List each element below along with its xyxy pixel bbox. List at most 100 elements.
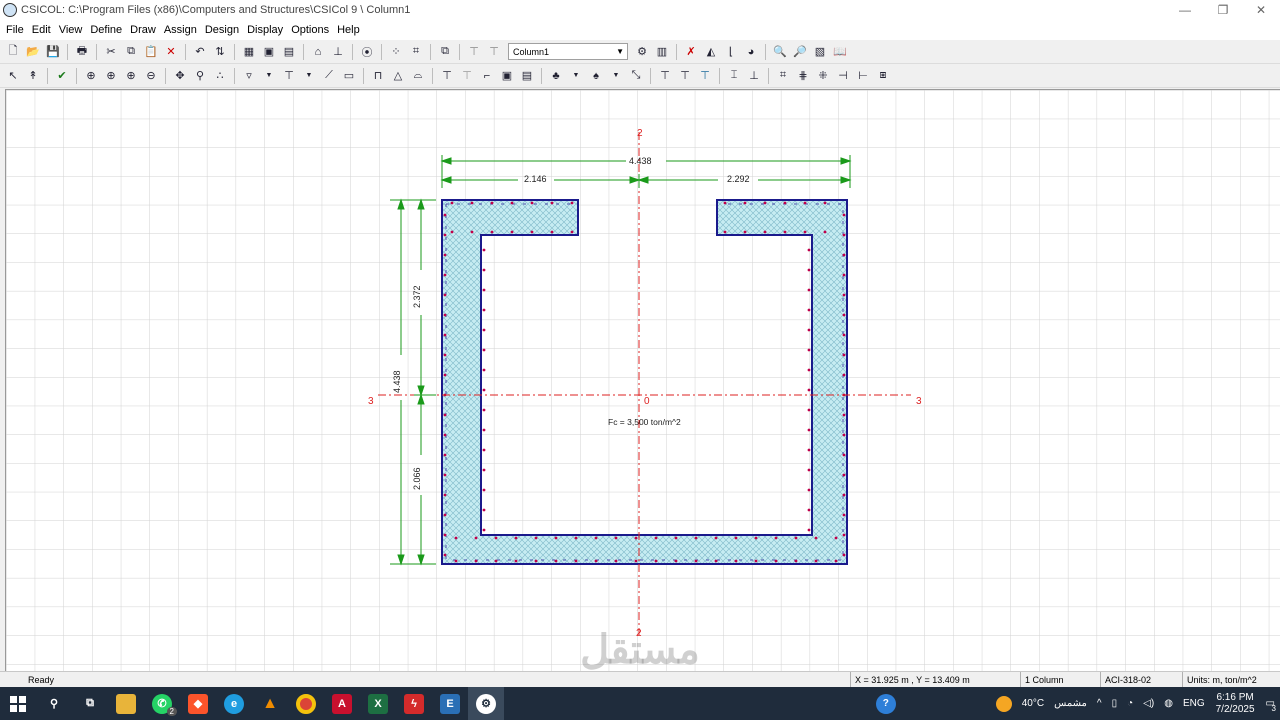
align-bottom-icon[interactable]: ⊤ — [485, 43, 503, 61]
report-icon[interactable]: 🔍 — [771, 43, 789, 61]
help-icon[interactable]: ? — [875, 693, 896, 714]
vlc-button[interactable]: ▲ — [252, 687, 288, 720]
drawing-canvas[interactable]: 2 2 3 3 0 Fc = 3,500 ton/m^2 4.438 2.146… — [5, 89, 1280, 671]
scale-icon[interactable]: ⤡ — [627, 67, 645, 85]
snap-middle-icon[interactable]: ⊢ — [854, 67, 872, 85]
manual-icon[interactable]: 📖 — [831, 43, 849, 61]
csicol-button[interactable]: ⚙ — [468, 687, 504, 720]
check-icon[interactable]: ✔ — [53, 67, 71, 85]
section-properties-icon[interactable]: ▦ — [240, 43, 258, 61]
menu-draw[interactable]: Draw — [126, 24, 160, 36]
file-explorer-button[interactable] — [108, 687, 144, 720]
reinforcement-icon[interactable]: ▤ — [280, 43, 298, 61]
clock[interactable]: 6:16 PM 7/2/2025 — [1216, 692, 1255, 716]
copy-icon[interactable]: ⧉ — [122, 43, 140, 61]
draw-channel-icon[interactable]: ⊤ — [438, 67, 456, 85]
save-icon[interactable]: 💾 — [44, 43, 62, 61]
set-elements-icon[interactable]: ⚲ — [191, 67, 209, 85]
tshape-section-b-icon[interactable]: ⊤ — [676, 67, 694, 85]
rebar-layout-dropdown-icon[interactable]: ▼ — [607, 67, 625, 85]
paste-icon[interactable]: 📋 — [142, 43, 160, 61]
draw-pipe-icon[interactable]: ▤ — [518, 67, 536, 85]
results-icon[interactable]: ▥ — [653, 43, 671, 61]
menu-define[interactable]: Define — [86, 24, 126, 36]
rebar-pattern-dropdown-icon[interactable]: ▼ — [567, 67, 585, 85]
minimize-button[interactable]: — — [1166, 0, 1204, 20]
undo-icon[interactable]: ↶ — [191, 43, 209, 61]
section-combo[interactable]: Column1 ▼ — [508, 43, 628, 60]
interaction-surface-icon[interactable]: ◭ — [702, 43, 720, 61]
windows-start-button[interactable] — [0, 687, 36, 720]
menu-options[interactable]: Options — [287, 24, 333, 36]
battery-icon[interactable]: ▯ — [1112, 698, 1118, 709]
whatsapp-button[interactable]: ✆ 2 — [144, 687, 180, 720]
draw-line-icon[interactable]: ⟋ — [320, 67, 338, 85]
reshape-icon[interactable]: ↟ — [24, 67, 42, 85]
menu-view[interactable]: View — [55, 24, 87, 36]
grid-icon[interactable]: ⌗ — [774, 67, 792, 85]
draw-dimension-dropdown-icon[interactable]: ▼ — [300, 67, 318, 85]
language-indicator[interactable]: ENG — [1183, 698, 1205, 709]
snap-points-icon[interactable]: ⁜ — [814, 67, 832, 85]
zoom-in-icon[interactable]: ⊕ — [122, 67, 140, 85]
zoom-out-icon[interactable]: ⊖ — [142, 67, 160, 85]
menu-help[interactable]: Help — [333, 24, 364, 36]
report-preview-icon[interactable]: 🔎 — [791, 43, 809, 61]
draw-rect-icon[interactable]: ▭ — [340, 67, 358, 85]
draw-tshape-icon[interactable]: ⊓ — [369, 67, 387, 85]
material-properties-icon[interactable]: ▣ — [260, 43, 278, 61]
point-icon[interactable]: ∴ — [211, 67, 229, 85]
print-icon[interactable]: 🖶 — [73, 43, 91, 61]
align-icon[interactable]: ⊤ — [465, 43, 483, 61]
run-icon[interactable]: ⚙ — [633, 43, 651, 61]
mirror-icon[interactable]: ⇅ — [211, 43, 229, 61]
flash-app-button[interactable]: ϟ — [396, 687, 432, 720]
draw-shape-dropdown-icon[interactable]: ▼ — [260, 67, 278, 85]
menu-display[interactable]: Display — [243, 24, 287, 36]
weather-temp[interactable]: 40°C — [1022, 698, 1044, 709]
rebar-icon[interactable]: ⦿ — [358, 43, 376, 61]
ibeam-icon[interactable]: ⌶ — [725, 67, 743, 85]
brave-button[interactable]: ◆ — [180, 687, 216, 720]
pointer-icon[interactable]: ↖ — [4, 67, 22, 85]
excel-button[interactable]: X — [360, 687, 396, 720]
database-icon[interactable]: ▧ — [811, 43, 829, 61]
draw-triangle-icon[interactable]: △ — [389, 67, 407, 85]
draw-tee-icon[interactable]: ⊤ — [458, 67, 476, 85]
tshape-section-icon[interactable]: ⊤ — [656, 67, 674, 85]
open-folder-icon[interactable]: 📂 — [24, 43, 42, 61]
volume-icon[interactable]: ◁) — [1143, 698, 1154, 709]
chevron-up-icon[interactable]: ^ — [1097, 698, 1102, 709]
etabs-button[interactable]: E — [432, 687, 468, 720]
menu-file[interactable]: File — [2, 24, 28, 36]
wifi-icon[interactable]: ◔ — [1127, 698, 1133, 709]
draw-arch-icon[interactable]: ⌓ — [409, 67, 427, 85]
interaction-curve-icon[interactable]: ⌊ — [722, 43, 740, 61]
draw-angle-icon[interactable]: ⌐ — [478, 67, 496, 85]
shape-icon[interactable]: ⌂ — [309, 43, 327, 61]
axis-icon[interactable]: ⊥ — [329, 43, 347, 61]
tshape-section-c-icon[interactable]: ⊤ — [696, 67, 714, 85]
autocad-button[interactable]: A — [324, 687, 360, 720]
moment-curvature-icon[interactable]: ◕ — [742, 43, 760, 61]
snap-intersection-icon[interactable]: ⧆ — [874, 67, 892, 85]
check-model-icon[interactable]: ⧉ — [436, 43, 454, 61]
draw-dimension-icon[interactable]: ⊤ — [280, 67, 298, 85]
task-view-button[interactable]: ⧉ — [72, 687, 108, 720]
menu-edit[interactable]: Edit — [28, 24, 55, 36]
rebar-pattern-icon[interactable]: ♣ — [547, 67, 565, 85]
new-file-icon[interactable]: 🗋 — [4, 43, 22, 61]
search-button[interactable]: ⚲ — [36, 687, 72, 720]
draw-box-icon[interactable]: ▣ — [498, 67, 516, 85]
chrome-button[interactable] — [288, 687, 324, 720]
rebar-layout-icon[interactable]: ♠ — [587, 67, 605, 85]
notification-icon[interactable]: ▭ 3 — [1266, 698, 1276, 713]
zoom-full-icon[interactable]: ⊕ — [102, 67, 120, 85]
snap-end-icon[interactable]: ⊣ — [834, 67, 852, 85]
menu-design[interactable]: Design — [201, 24, 243, 36]
pan-icon[interactable]: ✥ — [171, 67, 189, 85]
cut-icon[interactable]: ✂ — [102, 43, 120, 61]
zoom-window-icon[interactable]: ⊕ — [82, 67, 100, 85]
menu-assign[interactable]: Assign — [160, 24, 201, 36]
delete-icon[interactable]: ✕ — [162, 43, 180, 61]
